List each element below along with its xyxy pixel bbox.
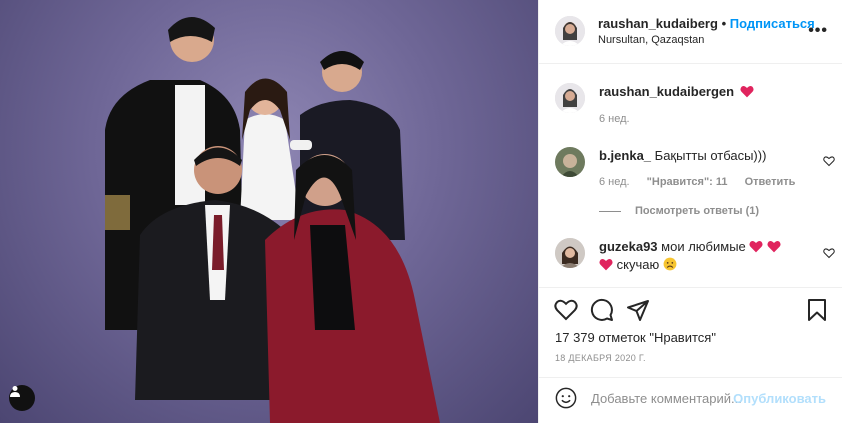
post-side-panel: raushan_kudaiberg • Подписаться Nursulta… [538, 0, 842, 423]
follow-button[interactable]: Подписаться [730, 16, 815, 31]
comments-section: raushan_kudaibergen 6 нед. b.jenka_ Бақы… [539, 64, 842, 288]
comment-username[interactable]: guzeka93 [599, 239, 658, 254]
author-avatar[interactable] [555, 16, 585, 46]
comment-bubble-icon[interactable] [590, 298, 614, 322]
post-actions: 17 379 отметок "Нравится" 18 ДЕКАБРЯ 202… [539, 288, 842, 378]
comment-text: guzeka93 мои любимые скучаю [599, 238, 799, 274]
heart-emoji-icon [767, 241, 781, 253]
author-username[interactable]: raushan_kudaiberg [598, 16, 718, 31]
comment-body: мои любимые [661, 239, 746, 254]
comment-composer: Добавьте комментарий... Опубликовать [539, 378, 842, 423]
comment-username[interactable]: b.jenka_ [599, 148, 651, 163]
family-photo-image [105, 16, 440, 423]
share-send-icon[interactable] [626, 298, 650, 322]
post-header: raushan_kudaiberg • Подписаться Nursulta… [539, 0, 842, 64]
caption-avatar[interactable] [555, 83, 585, 113]
likes-count[interactable]: 17 379 отметок "Нравится" [555, 330, 716, 345]
heart-emoji-icon [740, 86, 754, 98]
comment-likes[interactable]: "Нравится": 11 [647, 176, 728, 188]
commenter-avatar[interactable] [555, 147, 585, 177]
tagged-users-button[interactable] [9, 385, 35, 411]
comment-text: b.jenka_ Бақытты отбасы))) [599, 147, 799, 165]
view-replies-button[interactable]: Посмотреть ответы (1) [599, 205, 759, 217]
publish-button[interactable]: Опубликовать [733, 391, 826, 406]
comment-like-icon[interactable] [823, 155, 835, 167]
heart-emoji-icon [599, 259, 613, 271]
comment-input[interactable]: Добавьте комментарий... [591, 391, 742, 406]
comment-body-line2: скучаю [616, 257, 660, 272]
post-date[interactable]: 18 ДЕКАБРЯ 2020 Г. [555, 353, 646, 363]
comment-meta: 6 нед. "Нравится": 11 Ответить [599, 176, 809, 188]
caption-meta: 6 нед. [599, 113, 644, 125]
caption-username[interactable]: raushan_kudaibergen [599, 84, 734, 99]
reply-button[interactable]: Ответить [745, 176, 796, 188]
sad-face-emoji-icon [663, 257, 677, 271]
view-replies-label: Посмотреть ответы (1) [635, 205, 760, 217]
comment-time[interactable]: 6 нед. [599, 176, 630, 188]
emoji-picker-icon[interactable] [555, 387, 577, 409]
caption-text: raushan_kudaibergen [599, 83, 799, 101]
replies-divider [599, 210, 621, 212]
commenter-avatar[interactable] [555, 238, 585, 268]
heart-emoji-icon [749, 241, 763, 253]
separator-dot: • [721, 16, 727, 31]
user-icon [10, 386, 20, 397]
comment-body: Бақытты отбасы))) [654, 148, 767, 163]
comment-like-icon[interactable] [823, 247, 835, 259]
post-location[interactable]: Nursultan, Qazaqstan [598, 34, 704, 46]
more-options-button[interactable]: ••• [808, 22, 828, 40]
like-heart-icon[interactable] [554, 298, 578, 322]
bookmark-icon[interactable] [805, 298, 829, 322]
post-photo[interactable] [0, 0, 538, 423]
author-username-line: raushan_kudaiberg • Подписаться [598, 16, 815, 31]
caption-time[interactable]: 6 нед. [599, 113, 630, 125]
